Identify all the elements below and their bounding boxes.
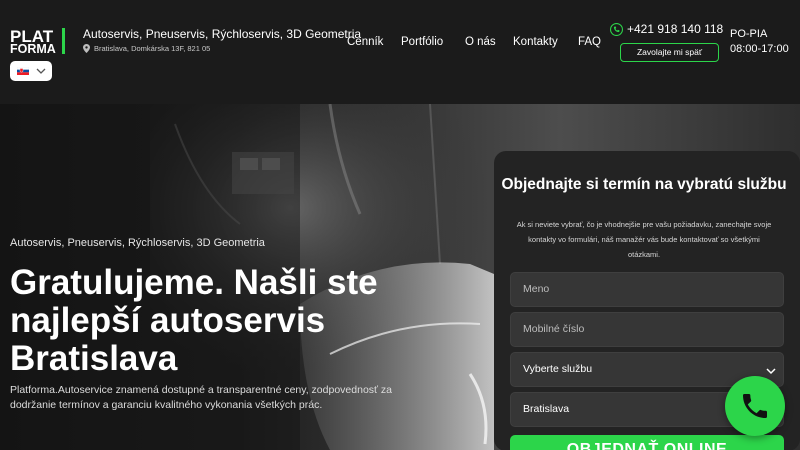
- logo-line2: FORMA: [10, 42, 56, 56]
- city-select-value: Bratislava: [523, 403, 570, 415]
- nav-cennik[interactable]: Cenník: [347, 36, 383, 48]
- floating-call-button[interactable]: [725, 376, 785, 436]
- phone-icon: [743, 394, 767, 418]
- platforma-logo[interactable]: PLAT FORMA: [10, 28, 70, 58]
- form-description: Ak si neviete vybrať, čo je vhodnejšie p…: [516, 220, 772, 259]
- form-title: Objednajte si termín na vybratú službu: [501, 176, 787, 193]
- hero-title: Gratulujeme. Našli ste najlepší autoserv…: [10, 263, 378, 378]
- nav-faq[interactable]: FAQ: [578, 36, 601, 48]
- header-address: Bratislava, Domkárska 13F, 821 05: [83, 44, 210, 53]
- header-services: Autoservis, Pneuservis, Rýchloservis, 3D…: [83, 27, 362, 41]
- nav-portfolio[interactable]: Portfólio: [401, 36, 443, 48]
- site-header: PLAT FORMA Autoservis, Pneuservis, Rýchl…: [0, 0, 800, 104]
- location-pin-icon: [83, 44, 90, 53]
- hours-days: PO-PIA: [730, 28, 768, 40]
- callback-button[interactable]: Zavolajte mi späť: [620, 43, 719, 62]
- submit-order-button[interactable]: OBJEDNAŤ ONLINE: [510, 435, 784, 450]
- chevron-down-icon: [36, 68, 46, 74]
- hero-subtitle: Autoservis, Pneuservis, Rýchloservis, 3D…: [10, 237, 265, 249]
- logo-accent-bar: [62, 28, 65, 54]
- language-selector[interactable]: [10, 61, 52, 81]
- nav-o-nas[interactable]: O nás: [465, 36, 496, 48]
- hours-time: 08:00-17:00: [730, 43, 789, 55]
- phone-input[interactable]: Mobilné číslo: [510, 312, 784, 347]
- header-phone[interactable]: +421 918 140 118: [610, 22, 723, 36]
- nav-kontakty[interactable]: Kontakty: [513, 36, 558, 48]
- service-select-value: Vyberte službu: [523, 363, 593, 375]
- chevron-down-icon: [766, 368, 776, 375]
- opening-hours: PO-PIA 08:00-17:00: [730, 27, 789, 57]
- phone-icon: [610, 22, 623, 36]
- hero-description: Platforma.Autoservice znamená dostupné a…: [10, 384, 392, 411]
- name-input[interactable]: Meno: [510, 272, 784, 307]
- address-text: Bratislava, Domkárska 13F, 821 05: [94, 44, 211, 53]
- phone-number: +421 918 140 118: [627, 22, 724, 36]
- slovak-flag-icon: [17, 67, 29, 75]
